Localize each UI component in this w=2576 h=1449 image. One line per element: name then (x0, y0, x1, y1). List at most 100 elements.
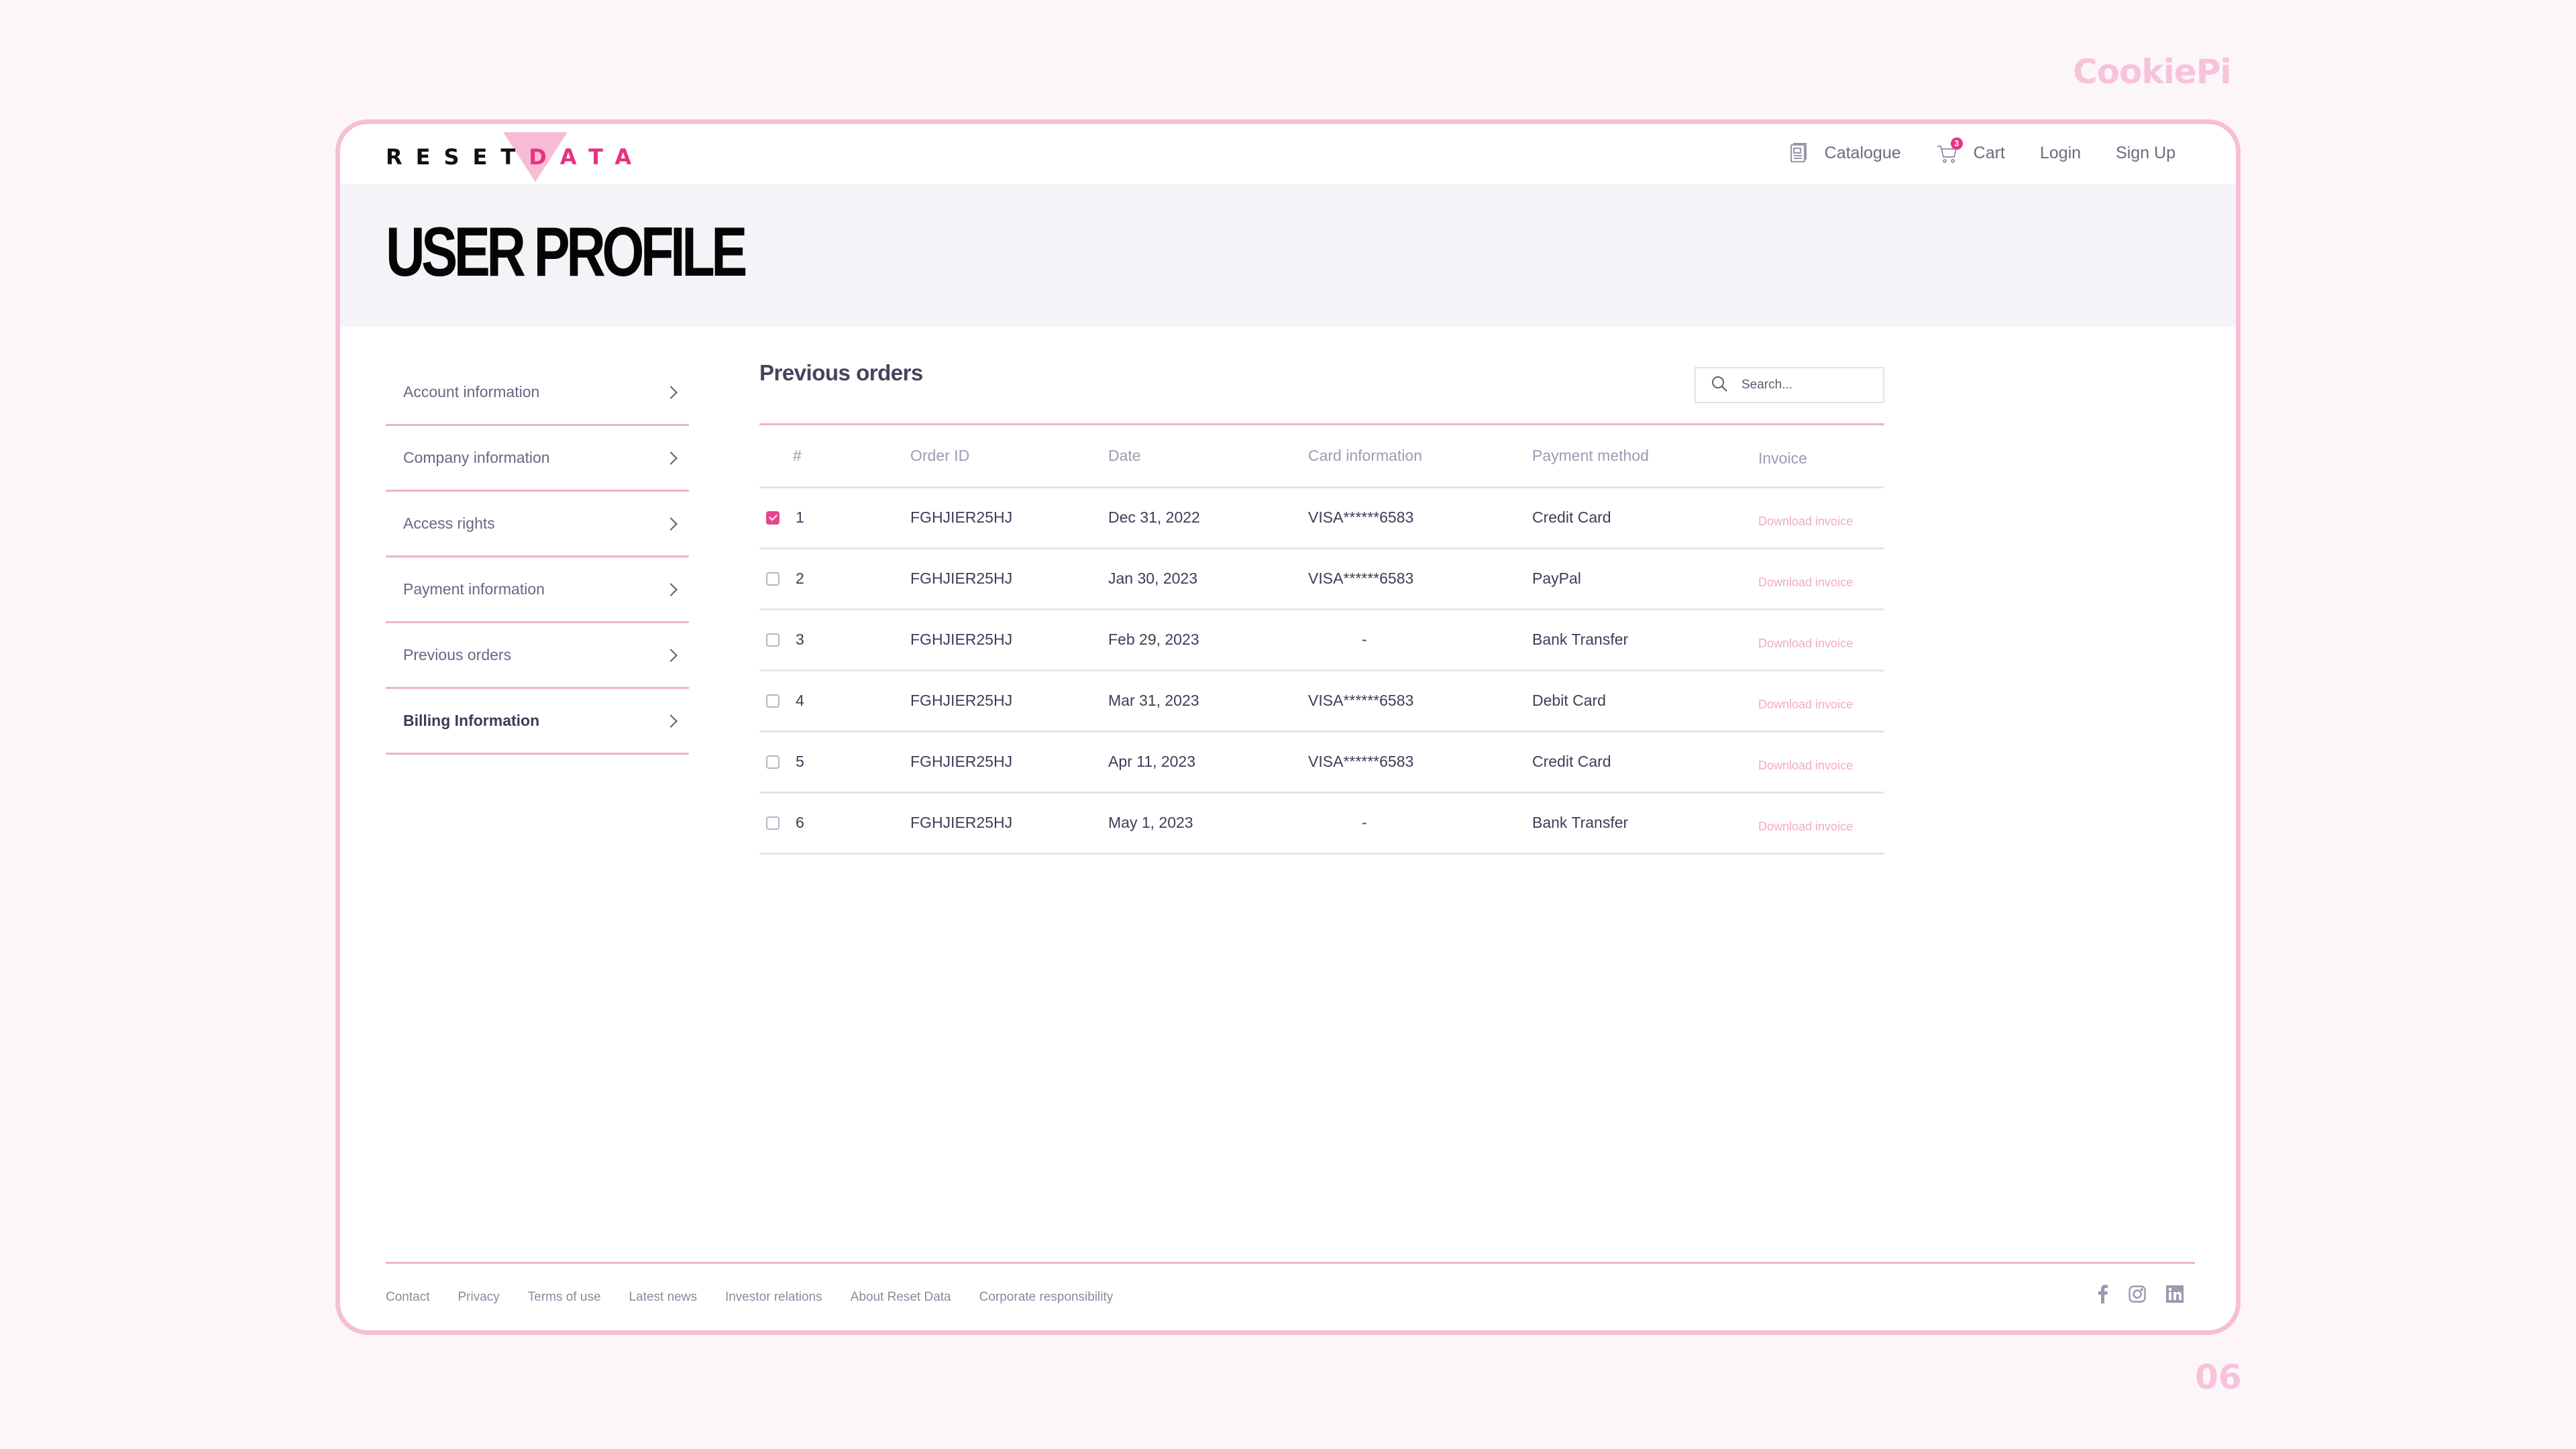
page-title: USER PROFILE (386, 213, 747, 291)
chevron-right-icon (664, 648, 678, 662)
cart-icon: 3 (1936, 138, 1963, 164)
row-number: 3 (796, 631, 804, 648)
payment-method: Bank Transfer (1532, 609, 1758, 672)
footer-link-investor-relations[interactable]: Investor relations (725, 1290, 822, 1305)
footer-divider (386, 1262, 2195, 1264)
instagram-icon[interactable] (2129, 1285, 2146, 1303)
row-checkbox[interactable] (766, 755, 780, 769)
footer-link-about[interactable]: About Reset Data (851, 1290, 951, 1305)
nav-signup[interactable]: Sign Up (2116, 144, 2176, 163)
download-invoice-link[interactable]: Download invoice (1758, 820, 1853, 833)
row-checkbox[interactable] (766, 816, 780, 830)
row-checkbox[interactable] (766, 633, 780, 647)
row-checkbox[interactable] (766, 694, 780, 708)
download-invoice-link[interactable]: Download invoice (1758, 637, 1853, 650)
row-checkbox[interactable] (766, 511, 780, 525)
sidebar-item-label: Payment information (403, 580, 545, 598)
payment-method: PayPal (1532, 548, 1758, 610)
chevron-right-icon (664, 451, 678, 465)
row-number: 6 (796, 814, 804, 831)
footer-link-latest-news[interactable]: Latest news (629, 1290, 697, 1305)
card-information: VISA******6583 (1308, 487, 1532, 549)
order-id: FGHJIER25HJ (910, 731, 1108, 794)
col-card-information[interactable]: Card information (1308, 425, 1532, 488)
search-box[interactable] (1695, 367, 1884, 403)
search-icon (1711, 375, 1728, 396)
download-invoice-link[interactable]: Download invoice (1758, 576, 1853, 589)
order-id: FGHJIER25HJ (910, 548, 1108, 610)
footer-link-contact[interactable]: Contact (386, 1290, 429, 1305)
payment-method: Credit Card (1532, 731, 1758, 794)
sidebar-item-previous-orders[interactable]: Previous orders (386, 623, 689, 689)
sidebar-item-billing-information[interactable]: Billing Information (386, 689, 689, 755)
order-date: Mar 31, 2023 (1108, 670, 1308, 733)
logo-reset: RESET (386, 144, 529, 170)
sidebar-item-company-information[interactable]: Company information (386, 426, 689, 492)
card-information: - (1308, 792, 1532, 855)
sidebar-item-account-information[interactable]: Account information (386, 360, 689, 426)
footer-link-terms[interactable]: Terms of use (528, 1290, 601, 1305)
col-date[interactable]: Date (1108, 425, 1308, 488)
table-row[interactable]: 1 FGHJIER25HJ Dec 31, 2022 VISA******6583 Cr… (759, 487, 1884, 549)
table-row[interactable]: 5 FGHJIER25HJ Apr 11, 2023 VISA******6583 Cr… (759, 731, 1884, 794)
download-invoice-link[interactable]: Download invoice (1758, 515, 1853, 528)
linkedin-icon[interactable] (2166, 1285, 2184, 1303)
row-number: 4 (796, 692, 804, 709)
cart-count-badge: 3 (1950, 138, 1963, 150)
app-frame: RESETDATA Catalogue 3 Cart Login Sign Up… (335, 119, 2241, 1335)
order-date: May 1, 2023 (1108, 792, 1308, 855)
row-checkbox[interactable] (766, 572, 780, 586)
section-title: Previous orders (759, 360, 923, 385)
chevron-right-icon (664, 582, 678, 596)
payment-method: Bank Transfer (1532, 792, 1758, 855)
col-number[interactable]: # (759, 425, 910, 488)
sidebar-item-label: Billing Information (403, 712, 540, 729)
main-nav: Catalogue 3 Cart Login Sign Up (1752, 138, 2176, 164)
card-information: VISA******6583 (1308, 670, 1532, 733)
facebook-icon[interactable] (2098, 1285, 2108, 1303)
col-invoice[interactable]: Invoice (1758, 425, 1884, 488)
card-information: VISA******6583 (1308, 731, 1532, 794)
table-row[interactable]: 3 FGHJIER25HJ Feb 29, 2023- Bank Transfer Do… (759, 609, 1884, 672)
table-row[interactable]: 6 FGHJIER25HJ May 1, 2023- Bank Transfer Dow… (759, 792, 1884, 855)
order-date: Feb 29, 2023 (1108, 609, 1308, 672)
table-row[interactable]: 4 FGHJIER25HJ Mar 31, 2023 VISA******6583 De… (759, 670, 1884, 733)
download-invoice-link[interactable]: Download invoice (1758, 698, 1853, 711)
table-row[interactable]: 2 FGHJIER25HJ Jan 30, 2023 VISA******6583 Pa… (759, 548, 1884, 610)
orders-table: # Order ID Date Card information Payment… (759, 425, 1884, 855)
sidebar-item-label: Access rights (403, 515, 495, 532)
search-input[interactable] (1741, 378, 1876, 392)
social-links (2078, 1285, 2184, 1303)
sidebar-item-label: Account information (403, 383, 540, 400)
nav-catalogue-label: Catalogue (1824, 143, 1901, 162)
row-number: 5 (796, 753, 804, 770)
sidebar-item-access-rights[interactable]: Access rights (386, 492, 689, 557)
catalogue-icon (1787, 142, 1810, 164)
sidebar-item-payment-information[interactable]: Payment information (386, 557, 689, 623)
col-payment-method[interactable]: Payment method (1532, 425, 1758, 488)
payment-method: Debit Card (1532, 670, 1758, 733)
col-order-id[interactable]: Order ID (910, 425, 1108, 488)
logo-data: DATA (529, 144, 645, 170)
logo[interactable]: RESETDATA (386, 131, 631, 184)
nav-cart[interactable]: 3 Cart (1936, 138, 2005, 164)
chevron-right-icon (664, 517, 678, 531)
footer-link-corporate-responsibility[interactable]: Corporate responsibility (979, 1290, 1114, 1305)
order-id: FGHJIER25HJ (910, 487, 1108, 549)
chevron-right-icon (664, 714, 678, 728)
order-date: Dec 31, 2022 (1108, 487, 1308, 549)
order-id: FGHJIER25HJ (910, 792, 1108, 855)
nav-cart-label: Cart (1973, 143, 2005, 162)
footer-link-privacy[interactable]: Privacy (458, 1290, 499, 1305)
page-number: 06 (2195, 1358, 2242, 1397)
sidebar-item-label: Previous orders (403, 646, 512, 663)
profile-sidebar: Account information Company information … (386, 360, 689, 755)
row-number: 2 (796, 570, 804, 587)
nav-catalogue[interactable]: Catalogue (1787, 142, 1901, 164)
sidebar-item-label: Company information (403, 449, 550, 466)
order-id: FGHJIER25HJ (910, 670, 1108, 733)
nav-login[interactable]: Login (2040, 144, 2081, 163)
download-invoice-link[interactable]: Download invoice (1758, 759, 1853, 772)
order-date: Apr 11, 2023 (1108, 731, 1308, 794)
chevron-right-icon (664, 385, 678, 399)
